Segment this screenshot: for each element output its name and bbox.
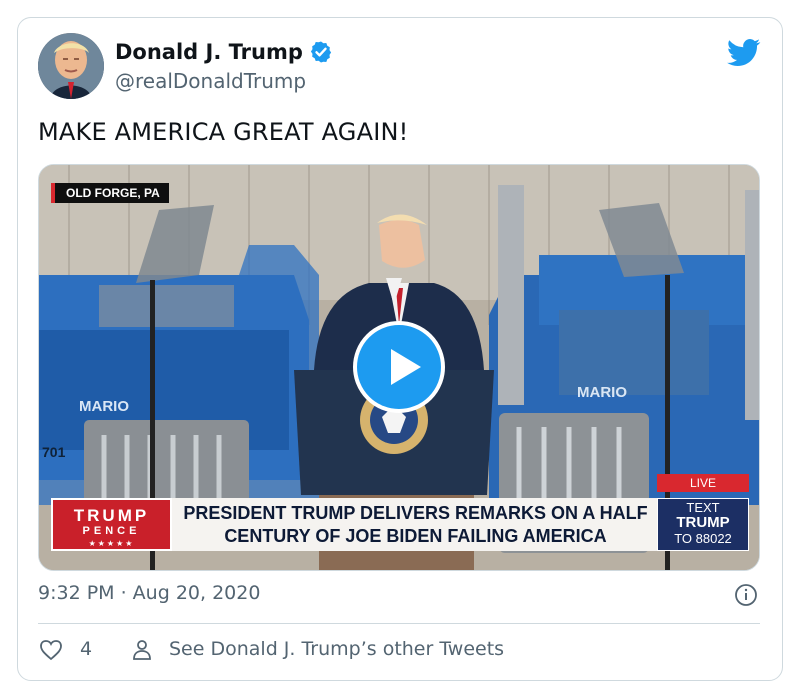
tweet-card[interactable]: Donald J. Trump @realDonaldTrump MAKE AM… xyxy=(17,17,783,681)
news-chyron: PRESIDENT TRUMP DELIVERS REMARKS ON A HA… xyxy=(172,498,659,551)
truck-number-text: 701 xyxy=(42,444,66,460)
info-icon[interactable] xyxy=(734,583,758,607)
text-trump-badge: TEXT TRUMP TO 88022 xyxy=(657,498,749,551)
tweet-text: MAKE AMERICA GREAT AGAIN! xyxy=(38,118,409,146)
author-name-row[interactable]: Donald J. Trump xyxy=(115,40,333,64)
heart-icon[interactable] xyxy=(38,638,64,662)
text-trump-line-1: TEXT xyxy=(686,500,720,515)
play-icon[interactable] xyxy=(353,321,445,413)
like-count[interactable]: 4 xyxy=(80,638,92,660)
author-name[interactable]: Donald J. Trump xyxy=(115,40,303,64)
live-badge: LIVE xyxy=(657,474,749,492)
video-player[interactable]: MARIO 701 MARIO OLD FORGE, PA TRUMP PENC… xyxy=(38,164,760,571)
brand-top-text: TRUMP xyxy=(73,506,150,525)
truck-left-text: MARIO xyxy=(79,398,129,415)
verified-badge-icon xyxy=(310,41,331,63)
location-tag: OLD FORGE, PA xyxy=(51,183,169,203)
action-divider xyxy=(38,623,760,624)
avatar-portrait-icon xyxy=(38,33,104,99)
author-avatar[interactable] xyxy=(38,33,104,99)
headline-line-2: CENTURY OF JOE BIDEN FAILING AMERICA xyxy=(224,526,607,546)
twitter-bird-icon[interactable] xyxy=(727,38,761,68)
see-other-tweets-link[interactable]: See Donald J. Trump’s other Tweets xyxy=(169,638,504,660)
text-trump-line-2: TRUMP xyxy=(676,514,730,531)
person-icon xyxy=(133,640,151,660)
brand-mid-text: PENCE xyxy=(82,525,141,537)
headline-line-1: PRESIDENT TRUMP DELIVERS REMARKS ON A HA… xyxy=(183,503,648,523)
truck-right-text: MARIO xyxy=(577,384,627,401)
campaign-brand-badge: TRUMP PENCE ★★★★★ xyxy=(51,498,172,551)
tweet-timestamp[interactable]: 9:32 PM · Aug 20, 2020 xyxy=(38,582,260,604)
brand-stars-text: ★★★★★ xyxy=(88,539,135,548)
text-trump-line-3: TO 88022 xyxy=(674,531,732,546)
author-handle[interactable]: @realDonaldTrump xyxy=(115,69,306,93)
